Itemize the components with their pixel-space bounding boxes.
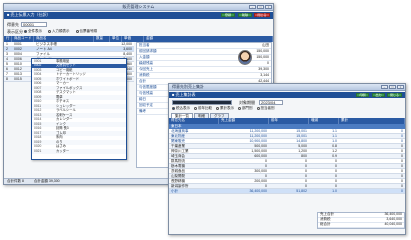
maximize-icon[interactable]: □ xyxy=(389,85,396,89)
status-count: 合計件数 8 xyxy=(7,178,24,183)
right-window-title: 得意先別売上集計 xyxy=(172,84,204,89)
radio-dot-icon xyxy=(48,30,51,34)
left-header-band: ■ 売上伝票入力（仕訳） 登録 削除 閉じる xyxy=(4,12,273,19)
close-form-button[interactable]: 閉じる xyxy=(254,13,270,17)
close-icon[interactable]: × xyxy=(397,85,404,89)
customer-code-input[interactable]: 00001 xyxy=(21,22,47,27)
summary-options: 税込表示 前年比較 累計表示 部門別 担当者別 xyxy=(172,106,275,111)
radio-dot-icon xyxy=(24,30,27,34)
dropdown-item[interactable]: 0021 カッター xyxy=(32,149,126,154)
left-titlebar[interactable]: 販売管理システム – □ × xyxy=(4,4,273,11)
grand-total-box: 売上合計 36,400,000 消費税 3,640,000 総合計 40,040,00… xyxy=(317,212,405,229)
period-label: 対象期間 xyxy=(239,100,255,105)
print-button[interactable]: 印刷 xyxy=(356,93,369,97)
radio-dot-icon xyxy=(75,30,79,34)
checkbox-icon xyxy=(172,107,175,111)
close-form-button[interactable]: 閉じる xyxy=(387,93,402,97)
right-header-band: ■ 売上集計表 印刷 出力 閉じる xyxy=(169,92,405,98)
user-avatar-icon xyxy=(238,50,252,65)
right-titlebar[interactable]: 得意先別売上集計 – □ × xyxy=(169,84,405,91)
sales-summary-window: 得意先別売上集計 – □ × ■ 売上集計表 印刷 出力 閉じる 対象期間 20… xyxy=(168,83,406,235)
maximize-icon[interactable]: □ xyxy=(257,5,264,9)
display-mode-radios: 全件表示 入力順表示 伝票番号順 xyxy=(24,29,97,34)
customer-label: 得意先 xyxy=(7,22,19,27)
left-header-title: ■ 売上伝票入力（仕訳） xyxy=(7,12,51,17)
option-tax[interactable]: 税込表示 xyxy=(172,106,190,111)
radio-slip-order[interactable]: 伝票番号順 xyxy=(75,29,97,34)
product-dropdown[interactable]: 0001 事務用品 0002 文房具セット 0003 コピー用紙 0004 トナーカート… xyxy=(31,58,127,160)
right-header-title: ■ 売上集計表 xyxy=(172,92,196,97)
export-button[interactable]: 出力 xyxy=(372,93,385,97)
status-total: 合計金額 39,300 xyxy=(33,178,60,183)
close-icon[interactable]: × xyxy=(265,5,272,9)
total-row: 総合計 40,040,000 xyxy=(318,222,404,228)
delete-button[interactable]: 削除 xyxy=(238,13,252,17)
checkbox-icon xyxy=(216,107,219,111)
radio-all[interactable]: 全件表示 xyxy=(24,29,42,34)
left-window-title: 販売管理システム xyxy=(122,4,155,9)
option-staff[interactable]: 担当者別 xyxy=(256,106,275,111)
option-prev-year[interactable]: 前年比較 xyxy=(194,106,212,111)
period-input[interactable]: 2023/04 xyxy=(259,100,283,105)
subtotal-row[interactable]: 小計 36,400,000 51,802 1.0 0 xyxy=(169,189,405,194)
option-department[interactable]: 部門別 xyxy=(238,106,253,111)
display-mode-label: 表示区分 xyxy=(7,29,23,34)
checkbox-icon xyxy=(238,107,241,111)
right-grid-rows: 北海道商事 11,200,000 15,001 1.1 0 東北物産 11,200,000… xyxy=(169,129,405,194)
register-button[interactable]: 登録 xyxy=(221,13,235,17)
search-field[interactable] xyxy=(172,100,232,105)
checkbox-icon xyxy=(256,107,260,111)
minimize-icon[interactable]: – xyxy=(249,5,256,9)
radio-input-order[interactable]: 入力順表示 xyxy=(48,29,70,34)
minimize-icon[interactable]: – xyxy=(381,85,388,89)
checkbox-icon xyxy=(194,107,197,111)
option-cumulative[interactable]: 累計表示 xyxy=(216,106,234,111)
